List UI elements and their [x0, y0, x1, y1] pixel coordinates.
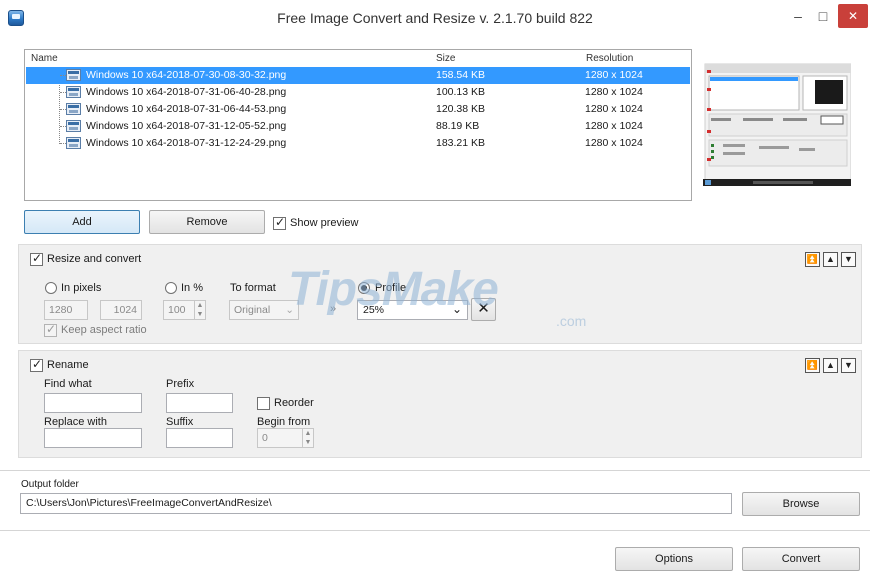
show-preview-checkbox[interactable]: [273, 215, 286, 230]
file-size: 120.38 KB: [436, 103, 486, 115]
resize-convert-checkbox[interactable]: [30, 251, 43, 266]
image-preview: [703, 58, 852, 186]
image-file-icon: [66, 120, 81, 132]
reorder-label: Reorder: [274, 397, 314, 409]
file-size: 183.21 KB: [436, 137, 486, 149]
move-up-icon[interactable]: ▲: [823, 358, 838, 373]
minimize-button[interactable]: –: [787, 6, 809, 28]
watermark-logo: TipsMake: [288, 263, 499, 316]
in-percent-label: In %: [181, 282, 204, 294]
column-header-size[interactable]: Size: [436, 53, 455, 64]
file-size: 158.54 KB: [436, 69, 486, 81]
file-size: 100.13 KB: [436, 86, 486, 98]
replace-with-label: Replace with: [44, 416, 107, 428]
keep-aspect-label: Keep aspect ratio: [61, 324, 147, 336]
in-pixels-label: In pixels: [61, 282, 102, 294]
collapse-all-icon[interactable]: ⏫: [805, 252, 820, 267]
in-percent-radio[interactable]: [165, 282, 177, 294]
table-row[interactable]: Windows 10 x64-2018-07-31-12-05-52.png 8…: [26, 118, 690, 135]
browse-button[interactable]: Browse: [742, 492, 860, 516]
file-name: Windows 10 x64-2018-07-30-08-30-32.png: [86, 69, 287, 81]
file-resolution: 1280 x 1024: [585, 69, 643, 81]
percent-value: 100: [168, 304, 186, 316]
suffix-input[interactable]: [166, 428, 233, 448]
column-header-resolution[interactable]: Resolution: [586, 53, 633, 64]
file-resolution: 1280 x 1024: [585, 120, 643, 132]
rename-panel: [18, 350, 862, 458]
divider: [0, 530, 870, 531]
table-row[interactable]: Windows 10 x64-2018-07-31-06-44-53.png 1…: [26, 101, 690, 118]
resize-convert-title: Resize and convert: [47, 253, 142, 265]
column-header-name[interactable]: Name: [31, 53, 58, 64]
file-resolution: 1280 x 1024: [585, 137, 643, 149]
find-what-label: Find what: [44, 378, 92, 390]
keep-aspect-checkbox[interactable]: [44, 322, 57, 337]
replace-with-input[interactable]: [44, 428, 142, 448]
move-down-icon[interactable]: ▼: [841, 358, 856, 373]
remove-button[interactable]: Remove: [149, 210, 265, 234]
file-name: Windows 10 x64-2018-07-31-06-44-53.png: [86, 103, 287, 115]
preview-thumbnail-icon: [703, 58, 852, 186]
move-up-icon[interactable]: ▲: [823, 252, 838, 267]
reorder-checkbox[interactable]: [257, 397, 270, 410]
add-button[interactable]: Add: [24, 210, 140, 234]
maximize-button[interactable]: □: [812, 6, 834, 28]
output-folder-label: Output folder: [21, 479, 79, 490]
image-file-icon: [66, 69, 81, 81]
begin-from-label: Begin from: [257, 416, 311, 428]
to-format-label: To format: [230, 282, 276, 294]
close-button[interactable]: ✕: [838, 4, 868, 28]
file-list[interactable]: Name Size Resolution Windows 10 x64-2018…: [24, 49, 692, 201]
percent-stepper[interactable]: 100 ▲ ▼: [163, 300, 206, 320]
image-file-icon: [66, 86, 81, 98]
window-title: Free Image Convert and Resize v. 2.1.70 …: [277, 10, 593, 26]
begin-from-value: 0: [262, 432, 268, 444]
stepper-arrows-icon[interactable]: ▲ ▼: [302, 429, 313, 447]
divider: [0, 470, 870, 471]
rename-title: Rename: [47, 359, 89, 371]
table-row[interactable]: Windows 10 x64-2018-07-31-12-24-29.png 1…: [26, 135, 690, 152]
file-name: Windows 10 x64-2018-07-31-12-24-29.png: [86, 137, 287, 149]
file-resolution: 1280 x 1024: [585, 86, 643, 98]
image-file-icon: [66, 137, 81, 149]
stepper-arrows-icon[interactable]: ▲ ▼: [194, 301, 205, 319]
move-down-icon[interactable]: ▼: [841, 252, 856, 267]
image-file-icon: [66, 103, 81, 115]
show-preview-label: Show preview: [290, 217, 359, 229]
output-folder-input[interactable]: C:\Users\Jon\Pictures\FreeImageConvertAn…: [20, 493, 732, 514]
find-what-input[interactable]: [44, 393, 142, 413]
width-input[interactable]: 1280: [44, 300, 88, 320]
file-resolution: 1280 x 1024: [585, 103, 643, 115]
begin-from-stepper[interactable]: 0 ▲ ▼: [257, 428, 314, 448]
watermark-suffix: .com: [556, 313, 587, 329]
file-size: 88.19 KB: [436, 120, 480, 132]
suffix-label: Suffix: [166, 416, 194, 428]
file-name: Windows 10 x64-2018-07-31-06-40-28.png: [86, 86, 287, 98]
options-button[interactable]: Options: [615, 547, 733, 571]
in-pixels-radio[interactable]: [45, 282, 57, 294]
rename-checkbox[interactable]: [30, 357, 43, 372]
height-input[interactable]: 1024: [100, 300, 142, 320]
format-value: Original: [234, 304, 271, 316]
convert-button[interactable]: Convert: [742, 547, 860, 571]
prefix-input[interactable]: [166, 393, 233, 413]
file-name: Windows 10 x64-2018-07-31-12-05-52.png: [86, 120, 287, 132]
collapse-all-icon[interactable]: ⏫: [805, 358, 820, 373]
table-row[interactable]: Windows 10 x64-2018-07-31-06-40-28.png 1…: [26, 84, 690, 101]
table-row[interactable]: Windows 10 x64-2018-07-30-08-30-32.png 1…: [26, 67, 690, 84]
prefix-label: Prefix: [166, 378, 195, 390]
